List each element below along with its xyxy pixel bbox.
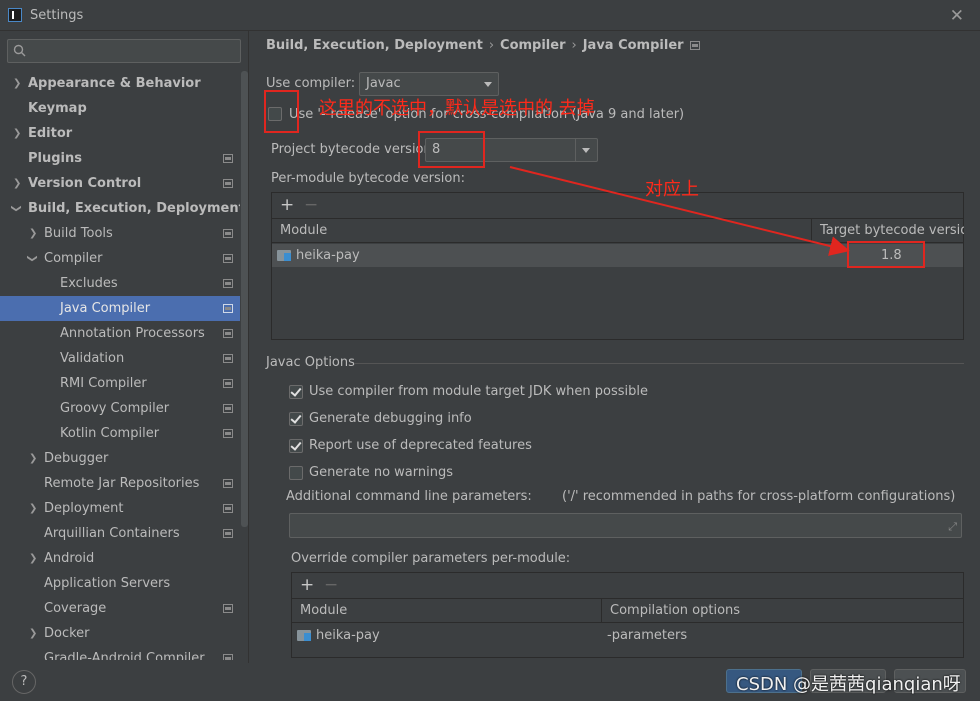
annotation-arrow bbox=[509, 166, 850, 256]
